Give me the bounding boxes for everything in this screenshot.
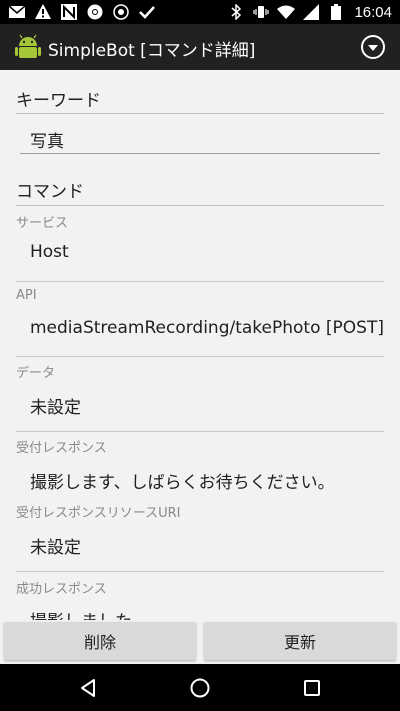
field-divider bbox=[16, 281, 384, 282]
home-icon[interactable] bbox=[188, 676, 212, 700]
battery-icon bbox=[327, 3, 345, 21]
android-icon bbox=[14, 33, 42, 61]
success-response-label: 成功レスポンス bbox=[16, 582, 107, 597]
app-title: SimpleBot [コマンド詳細] bbox=[48, 41, 256, 61]
alert-icon bbox=[34, 3, 52, 21]
vibrate-icon bbox=[252, 3, 270, 21]
status-time: 16:04 bbox=[354, 3, 392, 21]
api-label: API bbox=[16, 288, 37, 303]
keyword-input[interactable]: 写真 bbox=[20, 120, 380, 154]
check-icon bbox=[138, 3, 156, 21]
command-detail-content[interactable]: キーワード 写真 コマンド サービス Host API mediaStreamR… bbox=[0, 70, 400, 620]
navigation-bar bbox=[0, 664, 400, 711]
bluetooth-icon bbox=[227, 3, 245, 21]
section-divider bbox=[16, 205, 384, 206]
accept-response-uri-value: 未設定 bbox=[30, 538, 81, 558]
delete-button[interactable]: 削除 bbox=[4, 622, 196, 660]
system-icons: 16:04 bbox=[227, 3, 392, 21]
accept-response-label: 受付レスポンス bbox=[16, 441, 107, 456]
chrome-icon bbox=[86, 3, 104, 21]
accept-response-uri-label: 受付レスポンスリソースURI bbox=[16, 506, 181, 521]
update-button[interactable]: 更新 bbox=[204, 622, 396, 660]
field-divider bbox=[16, 431, 384, 432]
keyword-section-header: キーワード bbox=[16, 91, 101, 111]
status-bar: 16:04 bbox=[0, 0, 400, 24]
recents-icon[interactable] bbox=[300, 676, 324, 700]
mail-icon bbox=[8, 3, 26, 21]
service-value: Host bbox=[30, 242, 69, 262]
wifi-icon bbox=[277, 3, 296, 21]
action-bar: 削除 更新 bbox=[0, 620, 400, 664]
dropdown-circle-icon[interactable] bbox=[360, 34, 386, 60]
api-value: mediaStreamRecording/takePhoto [POST] bbox=[30, 318, 384, 338]
data-value: 未設定 bbox=[30, 398, 81, 418]
location-icon bbox=[112, 3, 130, 21]
data-label: データ bbox=[16, 366, 56, 381]
field-divider bbox=[16, 356, 384, 357]
app-bar: SimpleBot [コマンド詳細] bbox=[0, 24, 400, 70]
accept-response-value: 撮影します、しばらくお待ちください。 bbox=[30, 473, 335, 493]
section-divider bbox=[16, 113, 384, 114]
signal-icon bbox=[302, 3, 320, 21]
command-section-header: コマンド bbox=[16, 182, 84, 202]
service-label: サービス bbox=[16, 216, 69, 231]
success-response-value: 撮影しました bbox=[30, 607, 132, 620]
notification-icons bbox=[8, 3, 156, 21]
keyword-value: 写真 bbox=[30, 132, 64, 152]
back-icon[interactable] bbox=[76, 676, 100, 700]
n-icon bbox=[60, 3, 78, 21]
field-divider bbox=[16, 571, 384, 572]
